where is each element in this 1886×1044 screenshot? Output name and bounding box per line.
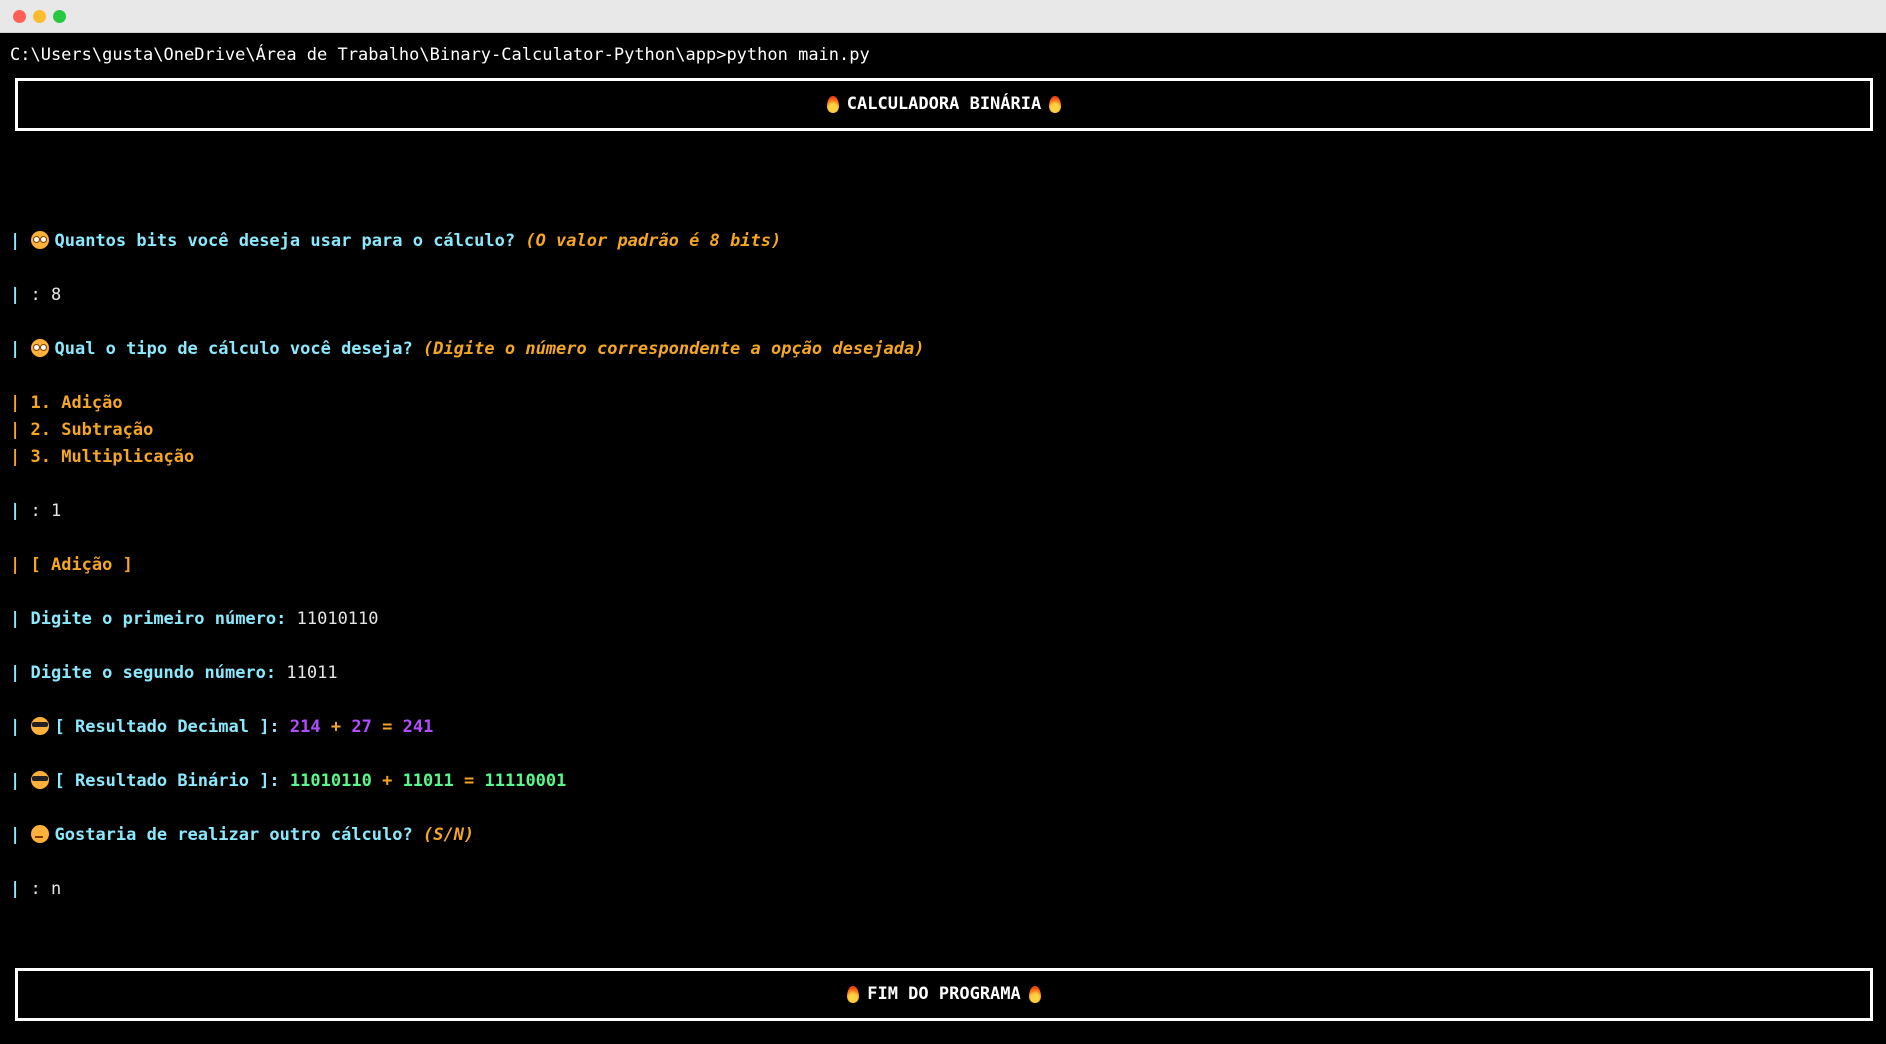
type-question-hint: (Digite o número correspondente a opção …	[422, 339, 925, 359]
prompt-bar: |	[10, 609, 21, 629]
header-banner-text: CALCULADORA BINÁRIA	[846, 94, 1042, 114]
binary-equals: =	[464, 771, 475, 791]
command-line: C:\Users\gusta\OneDrive\Área de Trabalho…	[10, 45, 870, 65]
bits-answer-value: : 8	[30, 285, 62, 305]
binary-operand-a: 11010110	[289, 771, 372, 791]
second-number-line: | Digite o segundo número: 11011	[10, 660, 338, 687]
footer-banner-text: FIM DO PROGRAMA	[867, 984, 1021, 1004]
type-question: | Qual o tipo de cálculo você deseja? (D…	[10, 336, 925, 363]
decimal-result-line: | [ Resultado Decimal ]: 214 + 27 = 241	[10, 714, 433, 741]
selected-operation: | [ Adição ]	[10, 552, 133, 579]
second-number-label: Digite o segundo número:	[30, 663, 277, 683]
binary-result-line: | [ Resultado Binário ]: 11010110 + 1101…	[10, 768, 566, 795]
prompt-bar: |	[10, 879, 21, 899]
title-bar	[0, 0, 1886, 33]
first-number-line: | Digite o primeiro número: 11010110	[10, 606, 379, 633]
type-question-text: Qual o tipo de cálculo você deseja?	[54, 339, 413, 359]
again-question: | Gostaria de realizar outro cálculo? (S…	[10, 822, 474, 849]
decimal-result-label: [ Resultado Decimal ]:	[54, 717, 280, 737]
selected-operation-text: [ Adição ]	[30, 555, 133, 575]
binary-operand-b: 11011	[402, 771, 454, 791]
prompt-bar: |	[10, 717, 21, 737]
type-answer: | : 1	[10, 498, 61, 525]
prompt-bar: |	[10, 393, 21, 413]
decimal-operand-b: 27	[351, 717, 372, 737]
minimize-window-button[interactable]	[33, 10, 46, 23]
option-item: | 3. Multiplicação	[10, 444, 194, 471]
option-item: | 1. Adição	[10, 390, 123, 417]
prompt-bar: |	[10, 501, 21, 521]
sunglasses-face-icon	[30, 771, 49, 789]
type-answer-value: : 1	[30, 501, 62, 521]
prompt-bar: |	[10, 339, 21, 359]
terminal-window: C:\Users\gusta\OneDrive\Área de Trabalho…	[0, 0, 1886, 1044]
fire-icon	[1028, 986, 1041, 1003]
prompt-bar: |	[10, 447, 21, 467]
option-item: | 2. Subtração	[10, 417, 153, 444]
decimal-equals: =	[382, 717, 393, 737]
first-number-label: Digite o primeiro número:	[30, 609, 287, 629]
fire-icon	[847, 986, 860, 1003]
maximize-window-button[interactable]	[53, 10, 66, 23]
prompt-bar: |	[10, 231, 21, 251]
prompt-bar: |	[10, 663, 21, 683]
terminal-output[interactable]: C:\Users\gusta\OneDrive\Área de Trabalho…	[0, 32, 1886, 1044]
prompt-bar: |	[10, 555, 21, 575]
dizzy-face-icon	[30, 231, 49, 249]
decimal-operand-a: 214	[289, 717, 321, 737]
prompt-bar: |	[10, 825, 21, 845]
bits-question: | Quantos bits você deseja usar para o c…	[10, 228, 781, 255]
bits-question-hint: (O valor padrão é 8 bits)	[525, 231, 782, 251]
option-addition: 1. Adição	[30, 393, 123, 413]
binary-result-label: [ Resultado Binário ]:	[54, 771, 280, 791]
decimal-operator: +	[330, 717, 342, 737]
binary-result-value: 11110001	[484, 771, 567, 791]
first-number-value: 11010110	[296, 609, 379, 629]
thinking-face-icon	[30, 825, 49, 843]
option-multiplication: 3. Multiplicação	[30, 447, 195, 467]
again-answer-value: : n	[30, 879, 62, 899]
sunglasses-face-icon	[30, 717, 49, 735]
close-window-button[interactable]	[13, 10, 26, 23]
fire-icon	[1049, 96, 1062, 113]
prompt-bar: |	[10, 771, 21, 791]
footer-banner: FIM DO PROGRAMA	[15, 968, 1873, 1021]
bits-question-text: Quantos bits você deseja usar para o cál…	[54, 231, 516, 251]
prompt-bar: |	[10, 420, 21, 440]
again-question-text: Gostaria de realizar outro cálculo?	[54, 825, 413, 845]
bits-answer: | : 8	[10, 282, 61, 309]
again-answer: | : n	[10, 876, 61, 903]
prompt-bar: |	[10, 285, 21, 305]
option-subtraction: 2. Subtração	[30, 420, 154, 440]
fire-icon	[826, 96, 839, 113]
second-number-value: 11011	[286, 663, 338, 683]
binary-operator: +	[382, 771, 393, 791]
dizzy-face-icon	[30, 339, 49, 357]
again-question-hint: (S/N)	[422, 825, 475, 845]
header-banner: CALCULADORA BINÁRIA	[15, 78, 1873, 131]
decimal-result-value: 241	[402, 717, 434, 737]
